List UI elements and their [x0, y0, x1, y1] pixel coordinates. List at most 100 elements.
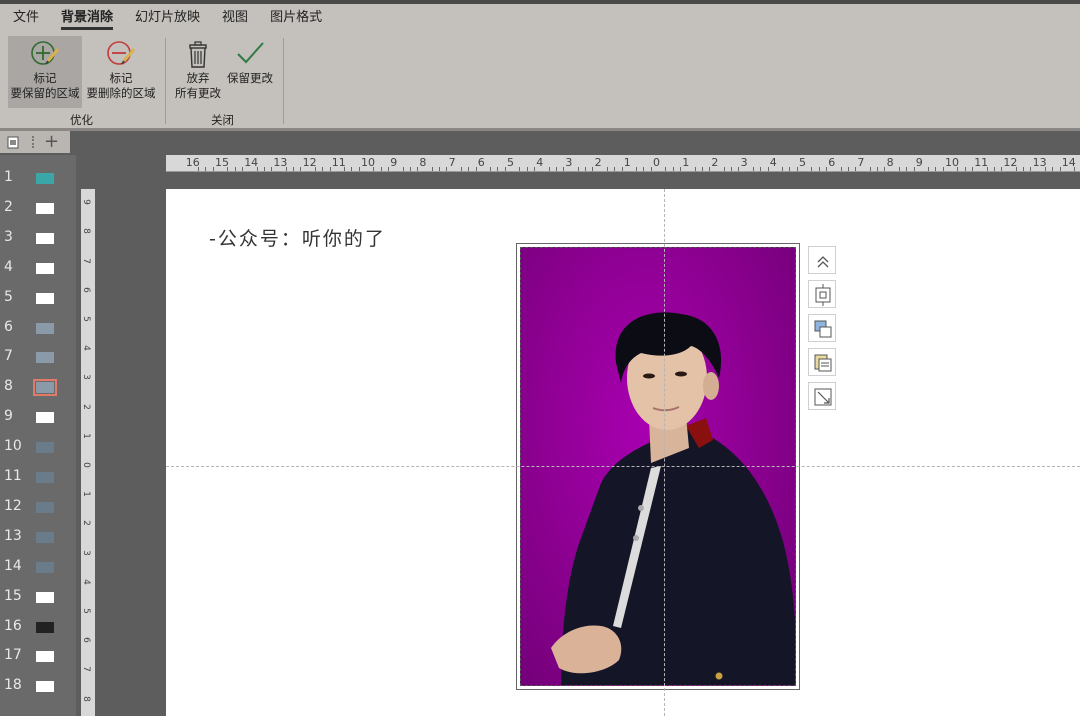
slide-number: 12: [4, 497, 22, 514]
ruler-minor-tick: [577, 167, 579, 171]
keep-changes-button[interactable]: 保留更改: [224, 36, 276, 108]
discard-line2: 所有更改: [175, 86, 221, 100]
slide-preview[interactable]: [36, 232, 54, 244]
slide-preview[interactable]: [36, 442, 54, 454]
mark-keep-area-button[interactable]: 标记 要保留的区域: [8, 36, 82, 108]
slide-thumbnail[interactable]: 14: [0, 552, 76, 582]
ruler-minor-tick: [643, 167, 645, 171]
ruler-minor-tick: [212, 167, 214, 171]
slide-thumbnail[interactable]: 3: [0, 223, 76, 253]
resize-button[interactable]: [808, 382, 836, 410]
ruler-minor-tick: [256, 167, 258, 171]
crop-button[interactable]: [808, 348, 836, 376]
slide-thumbnail[interactable]: 2: [0, 193, 76, 223]
slide-preview[interactable]: [36, 352, 54, 364]
discard-all-changes-button[interactable]: 放弃 所有更改: [170, 36, 226, 108]
ruler-minor-tick: [358, 167, 360, 171]
ruler-minor-tick: [789, 167, 791, 171]
slide-preview[interactable]: [36, 561, 54, 573]
slide-thumbnail[interactable]: 5: [0, 283, 76, 313]
slide-preview[interactable]: [36, 173, 54, 184]
slide-preview[interactable]: [36, 292, 54, 304]
ruler-minor-tick: [373, 167, 375, 171]
slide-thumbnail[interactable]: 10: [0, 432, 76, 462]
arrange-button[interactable]: [808, 314, 836, 342]
ruler-minor-tick: [621, 167, 623, 171]
workspace-toolbar-area: [0, 131, 1080, 155]
ruler-minor-tick: [869, 167, 871, 171]
slide-canvas[interactable]: -公众号：听你的了: [166, 189, 1080, 716]
menu-tab-2[interactable]: 幻灯片放映: [135, 4, 200, 32]
menu-tab-0[interactable]: 文件: [13, 4, 39, 32]
slide-number: 2: [4, 198, 13, 215]
ruler-tick-label: 9: [81, 199, 91, 206]
slide-preview[interactable]: [36, 322, 54, 334]
slide-title-text[interactable]: -公众号：听你的了: [209, 224, 386, 251]
slide-preview[interactable]: [36, 531, 54, 543]
slide-thumbnail[interactable]: 17: [0, 641, 76, 671]
slide-preview[interactable]: [36, 651, 54, 663]
ruler-minor-tick: [665, 167, 667, 171]
ruler-minor-tick: [1015, 167, 1017, 171]
resize-icon: [814, 388, 832, 406]
menu-tab-4[interactable]: 图片格式: [270, 4, 322, 32]
slide-preview[interactable]: [36, 472, 54, 483]
mark-remove-area-button[interactable]: 标记 要删除的区域: [84, 36, 158, 108]
menu-tab-1[interactable]: 背景消除: [61, 4, 114, 32]
ruler-minor-tick: [263, 167, 265, 171]
slide-thumbnail[interactable]: 7: [0, 342, 76, 372]
ruler-tick-label: 4: [81, 578, 91, 585]
ruler-minor-tick: [738, 167, 740, 171]
slide-thumbnail[interactable]: 1: [0, 163, 76, 193]
ruler-tick-label: 2: [81, 520, 91, 527]
ruler-minor-tick: [913, 167, 915, 171]
checkmark-icon: [237, 42, 264, 64]
add-icon[interactable]: +: [44, 131, 59, 152]
ruler-tick-label: 4: [769, 156, 777, 169]
slide-preview[interactable]: [33, 379, 57, 397]
slide-number: 6: [4, 318, 13, 335]
slide-thumbnail[interactable]: 18: [0, 671, 76, 701]
ruler-minor-tick: [898, 167, 900, 171]
slide-preview[interactable]: [36, 501, 54, 513]
group-separator: [283, 38, 284, 124]
collapse-up-button[interactable]: [808, 246, 836, 274]
ruler-tick-label: 7: [448, 156, 456, 169]
slide-thumbnail[interactable]: 15: [0, 582, 76, 612]
slide-thumbnail[interactable]: 12: [0, 492, 76, 522]
slide-preview[interactable]: [36, 262, 54, 274]
slide-number: 5: [4, 288, 13, 305]
vertical-ruler: 9 8 7 6 5 4 3 2 1 0 1 2 3 4 5 6 7 8: [81, 189, 95, 716]
slide-thumbnail[interactable]: 16: [0, 612, 76, 642]
vertical-center-guide: [664, 189, 665, 716]
keep-changes-label: 保留更改: [227, 71, 273, 85]
mark-remove-line2: 要删除的区域: [86, 86, 156, 100]
group-label-close: 关闭: [211, 113, 234, 127]
ruler-tick-label: 3: [81, 374, 91, 381]
ruler-minor-tick: [1044, 167, 1046, 171]
ruler-minor-tick: [796, 167, 798, 171]
ruler-minor-tick: [840, 167, 842, 171]
slide-thumbnail[interactable]: 11: [0, 462, 76, 492]
ruler-minor-tick: [752, 167, 754, 171]
slide-preview[interactable]: [36, 591, 54, 603]
slide-thumbnail[interactable]: 4: [0, 253, 76, 283]
ruler-minor-tick: [935, 167, 937, 171]
menu-tab-3[interactable]: 视图: [222, 4, 248, 32]
slide-thumbnail[interactable]: 13: [0, 522, 76, 552]
slide-preview[interactable]: [36, 412, 54, 424]
slide-thumbnail-panel: 1 2 3 4 5 6 7 8 9 10 11 12 13 14 15 16 17 18: [0, 155, 76, 716]
layout-options-button[interactable]: [808, 280, 836, 308]
slide-thumbnail[interactable]: 9: [0, 402, 76, 432]
ruler-minor-tick: [709, 167, 711, 171]
slide-thumbnail[interactable]: 8: [0, 372, 76, 402]
slide-number: 17: [4, 647, 22, 664]
layout-options-icon: [815, 284, 831, 306]
slide-preview[interactable]: [36, 681, 54, 693]
slide-thumbnail[interactable]: 6: [0, 313, 76, 343]
slide-number: 9: [4, 408, 13, 425]
slide-preview[interactable]: [36, 202, 54, 214]
new-slide-icon[interactable]: [7, 135, 19, 149]
ruler-minor-tick: [490, 167, 492, 171]
slide-preview[interactable]: [36, 621, 54, 633]
